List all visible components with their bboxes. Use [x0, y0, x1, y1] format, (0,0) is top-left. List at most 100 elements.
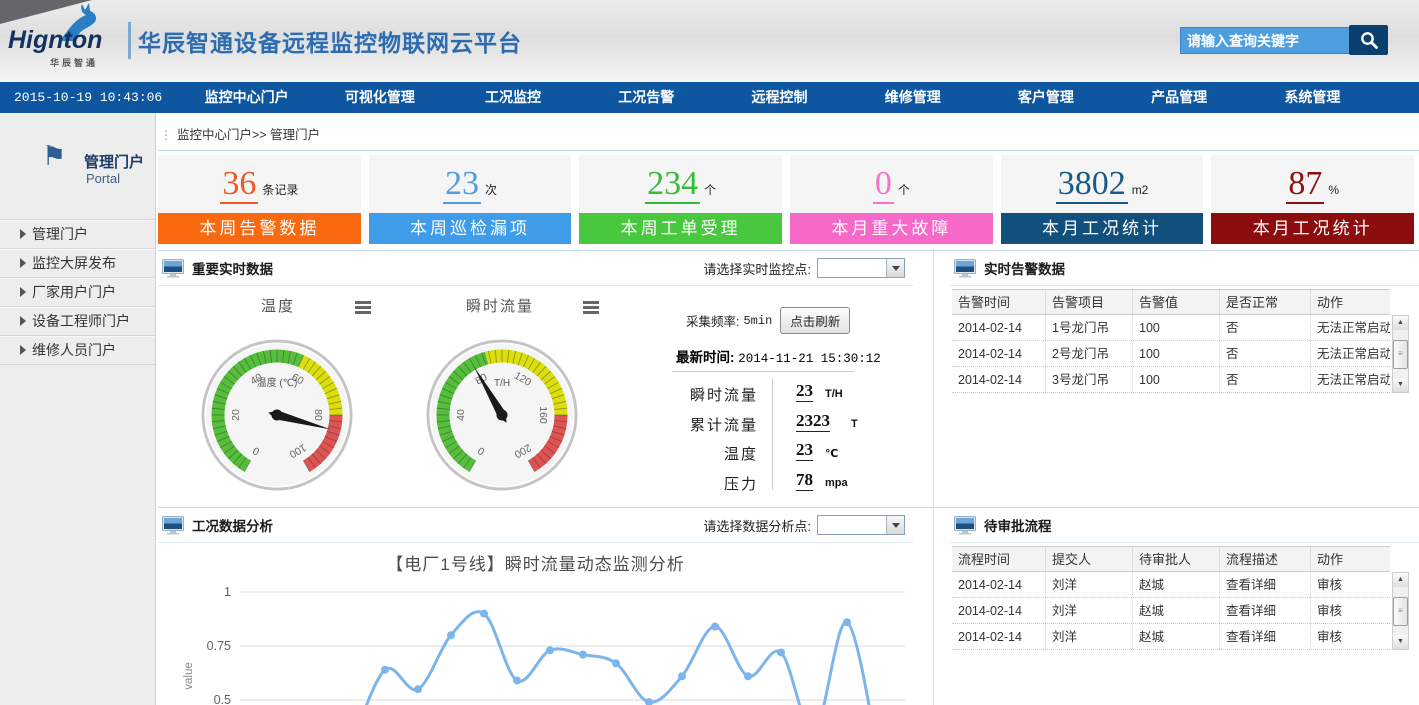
panel-header: 待审批流程: [950, 508, 1419, 543]
sidebar-item-5[interactable]: 维修人员门户: [0, 335, 155, 365]
sidebar-item-label: 设备工程师门户: [32, 313, 130, 329]
scroll-down-button[interactable]: ▼: [1393, 378, 1408, 392]
reading-value[interactable]: 78: [796, 470, 813, 491]
app-header: Hignton 华辰智通 华辰智通设备远程监控物联网云平台: [0, 0, 1419, 82]
search-input[interactable]: [1180, 27, 1352, 54]
svg-text:0.5: 0.5: [214, 693, 231, 705]
stat-value[interactable]: 234: [645, 167, 700, 204]
monitor-point-select[interactable]: [817, 258, 905, 278]
refresh-button[interactable]: 点击刷新: [780, 307, 850, 334]
sidebar-item-4[interactable]: 设备工程师门户: [0, 306, 155, 335]
logo[interactable]: Hignton 华辰智通: [8, 0, 128, 80]
sample-frequency: 采集频率: 5min 点击刷新: [686, 307, 850, 334]
table-cell: 2号龙门吊: [1045, 341, 1132, 366]
table-cell: 100: [1132, 315, 1219, 340]
nav-item-3[interactable]: 工况监控: [446, 82, 579, 113]
flow-line-chart: 10.750.5value: [158, 578, 913, 705]
table-scrollbar[interactable]: ▲ ≡ ▼: [1392, 315, 1409, 393]
nav-item-2[interactable]: 可视化管理: [313, 82, 446, 113]
panel-title: 待审批流程: [984, 515, 1052, 535]
sidebar-item-3[interactable]: 厂家用户门户: [0, 277, 155, 306]
sidebar-item-2[interactable]: 监控大屏发布: [0, 248, 155, 277]
search-button[interactable]: [1349, 25, 1388, 55]
scroll-down-button[interactable]: ▼: [1393, 635, 1408, 649]
brand-subtitle: 华辰智通: [50, 56, 98, 69]
panel-title: 工况数据分析: [192, 515, 273, 535]
chart-menu-icon[interactable]: [355, 301, 371, 304]
reading-row: 瞬时流量23T/H: [598, 379, 878, 409]
stat-value-area: 23次: [369, 155, 572, 213]
nav-item-5[interactable]: 远程控制: [713, 82, 846, 113]
nav-item-7[interactable]: 客户管理: [979, 82, 1112, 113]
reading-row: 累计流量2323T: [598, 409, 878, 439]
breadcrumb-text: 监控中心门户>> 管理门户: [177, 128, 320, 142]
scroll-track[interactable]: ≡: [1393, 587, 1408, 635]
sidebar-item-1[interactable]: 管理门户: [0, 219, 155, 248]
flag-icon: ⚑: [42, 143, 66, 170]
stat-card-4: 0个本月重大故障: [790, 155, 993, 247]
stat-unit: 次: [485, 181, 497, 198]
nav-item-9[interactable]: 系统管理: [1246, 82, 1379, 113]
stat-unit: 个: [704, 181, 716, 198]
gauge-title-temperature: 温度: [228, 295, 328, 316]
panel-header-controls: 请选择数据分析点:: [703, 515, 905, 535]
panel-header: 工况数据分析 请选择数据分析点:: [158, 508, 913, 543]
brand-name: Hignton: [8, 26, 102, 55]
table-row: 2014-02-142号龙门吊100否无法正常启动: [952, 341, 1390, 367]
analysis-point-select[interactable]: [817, 515, 905, 535]
table-cell: 2014-02-14: [952, 572, 1045, 597]
reading-label: 累计流量: [598, 414, 758, 435]
reading-unit: ℃: [825, 447, 838, 460]
frequency-label: 采集频率:: [686, 311, 739, 330]
monitor-icon: [162, 516, 184, 535]
sidebar-item-label: 厂家用户门户: [32, 284, 116, 300]
table-row: 2014-02-14刘洋赵城查看详细审核: [952, 572, 1390, 598]
realtime-data-panel: 重要实时数据 请选择实时监控点: 温度 瞬时流量 020406080100温度 …: [158, 251, 913, 507]
reading-value[interactable]: 2323: [796, 411, 830, 432]
reading-value[interactable]: 23: [796, 381, 813, 402]
chart-menu-icon[interactable]: [583, 301, 599, 304]
stat-card-1: 36条记录本周告警数据: [158, 155, 361, 247]
column-header: 是否正常: [1219, 290, 1310, 314]
scroll-up-button[interactable]: ▲: [1393, 573, 1408, 587]
reading-value[interactable]: 23: [796, 440, 813, 461]
table-cell: 赵城: [1132, 624, 1219, 649]
svg-text:80: 80: [312, 409, 324, 421]
select-dropdown-button[interactable]: [886, 259, 904, 277]
scroll-up-button[interactable]: ▲: [1393, 316, 1408, 330]
table-cell: 查看详细: [1219, 572, 1310, 597]
nav-item-4[interactable]: 工况告警: [580, 82, 713, 113]
column-header: 提交人: [1045, 547, 1132, 571]
select-dropdown-button[interactable]: [886, 516, 904, 534]
stat-value[interactable]: 87: [1286, 167, 1324, 204]
stat-label: 本月工况统计: [1211, 213, 1414, 244]
select-value: [818, 259, 886, 277]
scroll-thumb[interactable]: ≡: [1393, 340, 1408, 369]
stat-value[interactable]: 3802: [1056, 167, 1128, 204]
panel-header-controls: 请选择实时监控点:: [703, 258, 905, 278]
nav-item-1[interactable]: 监控中心门户: [180, 82, 313, 113]
app-title: 华辰智通设备远程监控物联网云平台: [138, 24, 522, 58]
stat-value[interactable]: 23: [443, 167, 481, 204]
stat-value[interactable]: 0: [873, 167, 894, 204]
stat-value[interactable]: 36: [220, 167, 258, 204]
svg-text:40: 40: [455, 409, 467, 421]
nav-item-6[interactable]: 维修管理: [846, 82, 979, 113]
table-cell: 2014-02-14: [952, 341, 1045, 366]
chevron-down-icon: [892, 266, 900, 271]
chevron-down-icon: [892, 523, 900, 528]
divider: [933, 251, 934, 705]
alarm-table: 告警时间告警项目告警值是否正常动作2014-02-141号龙门吊100否无法正常…: [952, 289, 1390, 393]
nav-item-8[interactable]: 产品管理: [1113, 82, 1246, 113]
portal-subtitle: Portal: [86, 171, 120, 186]
title-divider: [128, 22, 131, 59]
table-scrollbar[interactable]: ▲ ≡ ▼: [1392, 572, 1409, 650]
table-cell: 赵城: [1132, 572, 1219, 597]
frequency-value: 5min: [743, 314, 772, 328]
breadcrumb-icon: ⋮: [160, 128, 172, 142]
table-cell: 3号龙门吊: [1045, 367, 1132, 392]
scroll-track[interactable]: ≡: [1393, 330, 1408, 378]
scroll-thumb[interactable]: ≡: [1393, 597, 1408, 626]
panel-header: 重要实时数据 请选择实时监控点:: [158, 251, 913, 286]
breadcrumb: ⋮ 监控中心门户>> 管理门户: [160, 124, 320, 143]
